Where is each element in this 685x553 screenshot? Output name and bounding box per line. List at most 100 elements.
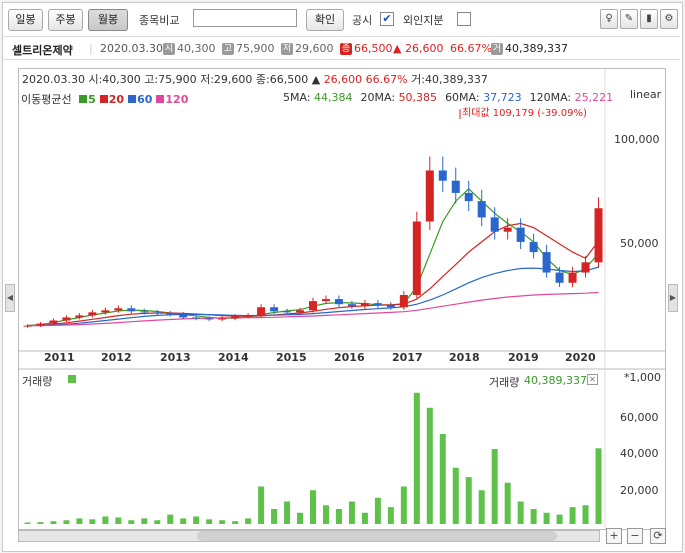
scroll-thumb[interactable] <box>197 531 557 541</box>
open-tag: 시 <box>163 43 175 55</box>
candle <box>36 323 45 326</box>
close-tag: 종 <box>340 43 352 55</box>
candle <box>296 310 305 313</box>
volume-bar <box>310 490 316 524</box>
scale-label[interactable]: linear <box>630 88 661 101</box>
volume-bar <box>556 514 563 524</box>
draw-tool-icon[interactable]: ✎ <box>620 9 638 29</box>
volume-bar <box>37 522 44 524</box>
xtick-2012: 2012 <box>101 351 132 364</box>
volume-bar <box>478 490 485 524</box>
vol-ytick-40000: 40,000 <box>620 447 659 460</box>
ma-value: 20MA: 50,385 <box>360 91 438 104</box>
ma-legend-item[interactable]: 20 <box>99 93 124 106</box>
candle <box>321 299 330 302</box>
vol-ytick-20000: 20,000 <box>620 484 659 497</box>
candle <box>205 318 214 320</box>
candle <box>451 180 460 193</box>
candle <box>270 307 279 312</box>
candle <box>231 316 240 319</box>
candle <box>594 208 603 263</box>
ytick-50000: 50,000 <box>620 237 659 250</box>
candle <box>153 312 162 314</box>
open-price: 시 40,300 <box>163 42 216 55</box>
volume-bar <box>387 507 394 524</box>
candle <box>490 217 499 232</box>
candle <box>257 307 266 316</box>
volume-bar <box>400 486 407 524</box>
volume-bar <box>284 501 291 524</box>
volume-bar <box>465 477 472 524</box>
zoom-out-button[interactable]: − <box>627 528 643 544</box>
volume-bar <box>543 512 550 524</box>
volume-bar <box>102 516 109 524</box>
xtick-2016: 2016 <box>334 351 365 364</box>
price-change: ▲ 26,600 <box>393 42 444 55</box>
volume-caption: 거래량 <box>489 376 520 389</box>
candle <box>127 308 136 312</box>
volume-bar <box>167 514 174 524</box>
xtick-2020: 2020 <box>565 351 596 364</box>
candle <box>140 311 149 313</box>
volume-bar <box>530 509 537 524</box>
candle <box>438 170 447 181</box>
disclosure-checkbox[interactable]: ✔ <box>380 12 394 26</box>
xtick-2017: 2017 <box>392 351 423 364</box>
horizontal-scrollbar[interactable] <box>18 530 600 542</box>
scroll-right-button[interactable]: ▶ <box>668 284 678 312</box>
volume-bar <box>374 497 381 524</box>
ma-legend-item[interactable]: 120 <box>156 93 188 106</box>
volume-bar <box>322 505 329 524</box>
candle <box>179 314 188 318</box>
high-price: 고 75,900 <box>222 42 275 55</box>
volume-bar <box>219 520 226 524</box>
ma-legend-item[interactable]: 5 <box>79 93 96 106</box>
compare-label: 종목비교 <box>139 14 180 27</box>
chart-header: 2020.03.30 시:40,300 고:75,900 저:29,600 종:… <box>22 73 488 86</box>
foreign-share-label: 외인지분 <box>403 14 444 27</box>
daily-button[interactable]: 일봉 <box>8 9 43 31</box>
candle <box>464 192 473 202</box>
candle <box>23 325 32 327</box>
candle <box>49 320 58 324</box>
compare-input[interactable] <box>193 9 297 27</box>
monthly-button[interactable]: 월봉 <box>88 9 128 31</box>
scroll-left-button[interactable]: ◀ <box>5 284 15 312</box>
low-tag: 저 <box>281 43 293 55</box>
candle <box>529 241 538 253</box>
foreign-share-checkbox[interactable] <box>457 12 471 26</box>
ma-values: 5MA: 44,384 20MA: 50,385 60MA: 37,723 120MA… <box>283 91 621 104</box>
ma-value: 120MA: 25,221 <box>529 91 614 104</box>
cursor-icon[interactable]: ▮ <box>640 9 658 29</box>
vol-ytick-60000: 60,000 <box>620 411 659 424</box>
close-volume-icon[interactable]: ✕ <box>587 374 598 385</box>
candle <box>542 252 551 273</box>
volume-bar <box>245 518 252 524</box>
volume-bar <box>582 505 589 524</box>
divider: | <box>89 42 93 55</box>
weekly-button[interactable]: 주봉 <box>48 9 83 31</box>
candle <box>373 303 382 306</box>
refresh-icon[interactable]: ⟳ <box>650 528 666 544</box>
volume-color-swatch <box>68 375 76 383</box>
volume-bar <box>89 519 96 524</box>
chart-canvas[interactable] <box>19 69 665 529</box>
ma-legend-item[interactable]: 60 <box>128 93 152 106</box>
indicator-icon[interactable]: ♀ <box>600 9 618 29</box>
settings-icon[interactable]: ⚙ <box>660 9 678 29</box>
zoom-in-button[interactable]: + <box>606 528 622 544</box>
candle <box>360 303 369 307</box>
volume-bar <box>258 486 265 524</box>
volume-bar <box>206 519 213 524</box>
volume-bar <box>24 522 31 524</box>
close-price: 종 66,500 <box>340 42 393 55</box>
volume-bar <box>439 434 446 524</box>
confirm-button[interactable]: 확인 <box>306 9 344 31</box>
volume-label: 거래량 <box>22 375 53 388</box>
candle <box>581 262 590 273</box>
candle <box>192 317 201 319</box>
volume-bar <box>517 501 524 524</box>
volume-bar <box>569 507 576 524</box>
high-tag: 고 <box>222 43 234 55</box>
volume-tag: 거 <box>491 43 503 55</box>
